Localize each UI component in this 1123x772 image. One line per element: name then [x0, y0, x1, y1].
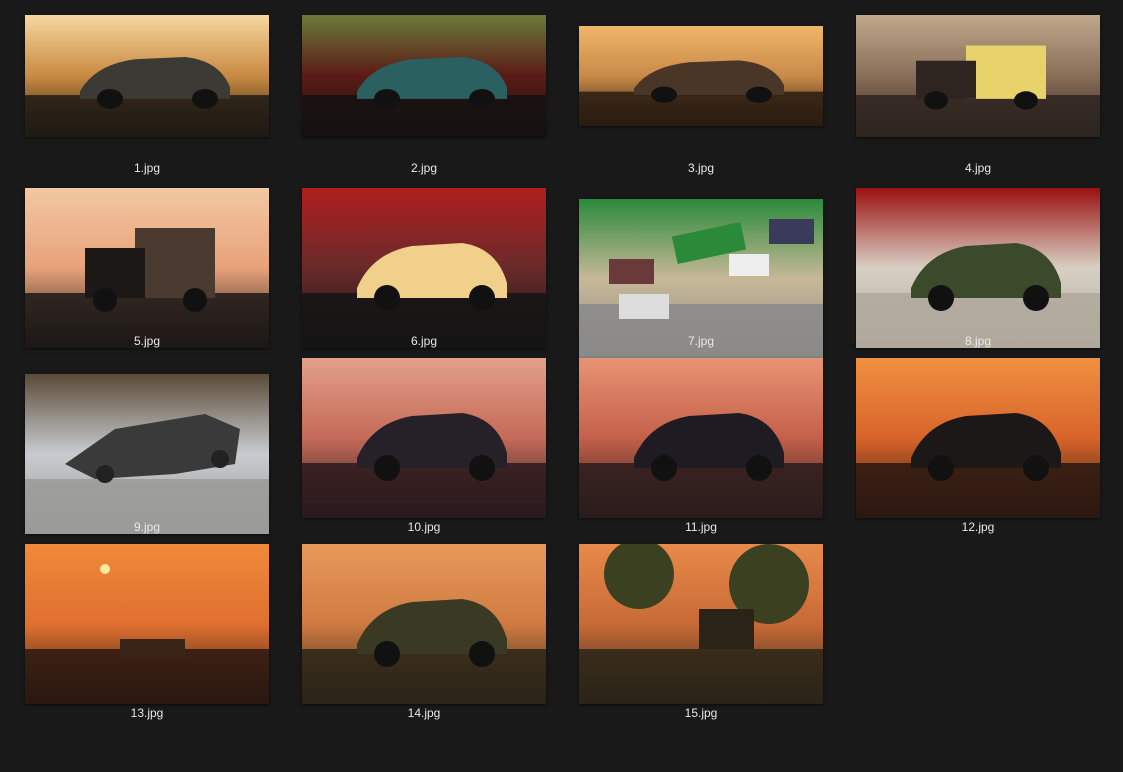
- file-item[interactable]: 7.jpg: [579, 186, 823, 359]
- file-name-label: 14.jpg: [407, 706, 441, 720]
- file-item[interactable]: 11.jpg: [579, 357, 823, 534]
- file-grid: 1.jpg 2.jpg 3.jpg 4.jpg 5.jpg 6.jpg 7.jp…: [0, 0, 1123, 772]
- thumbnail-image[interactable]: [856, 15, 1100, 137]
- file-name-label: 12.jpg: [961, 520, 995, 534]
- file-name-label: 13.jpg: [130, 706, 164, 720]
- thumbnail-image[interactable]: [25, 544, 269, 704]
- thumbnail-image[interactable]: [302, 188, 546, 348]
- thumbnail-image[interactable]: [856, 358, 1100, 518]
- thumbnail-image[interactable]: [302, 544, 546, 704]
- thumbnail-image[interactable]: [579, 358, 823, 518]
- file-name-label: 1.jpg: [133, 161, 161, 175]
- file-item[interactable]: 2.jpg: [302, 12, 546, 175]
- file-item[interactable]: 12.jpg: [856, 357, 1100, 534]
- file-name-label: 9.jpg: [133, 520, 161, 534]
- file-item[interactable]: 1.jpg: [25, 12, 269, 175]
- thumbnail-image[interactable]: [579, 26, 823, 126]
- file-name-label: 7.jpg: [687, 334, 715, 348]
- thumbnail-image[interactable]: [25, 15, 269, 137]
- file-item[interactable]: 4.jpg: [856, 12, 1100, 175]
- file-name-label: 11.jpg: [685, 520, 717, 534]
- file-name-label: 2.jpg: [410, 161, 438, 175]
- file-item[interactable]: 14.jpg: [302, 543, 546, 720]
- thumbnail-image[interactable]: [25, 374, 269, 534]
- thumbnail-image[interactable]: [302, 358, 546, 518]
- file-item[interactable]: 6.jpg: [302, 186, 546, 348]
- file-item[interactable]: 15.jpg: [579, 543, 823, 720]
- file-name-label: 10.jpg: [407, 520, 441, 534]
- file-name-label: 6.jpg: [410, 334, 438, 348]
- file-name-label: 4.jpg: [964, 161, 992, 175]
- file-item[interactable]: 5.jpg: [25, 186, 269, 348]
- file-name-label: 3.jpg: [687, 161, 715, 175]
- file-item[interactable]: 10.jpg: [302, 357, 546, 534]
- file-name-label: 15.jpg: [684, 706, 718, 720]
- thumbnail-image[interactable]: [579, 544, 823, 704]
- thumbnail-image[interactable]: [302, 15, 546, 137]
- file-item[interactable]: 3.jpg: [579, 12, 823, 175]
- file-item[interactable]: 9.jpg: [25, 357, 269, 534]
- file-item[interactable]: 8.jpg: [856, 186, 1100, 348]
- thumbnail-image[interactable]: [25, 188, 269, 348]
- thumbnail-image[interactable]: [856, 188, 1100, 348]
- file-name-label: 5.jpg: [133, 334, 161, 348]
- file-item[interactable]: 13.jpg: [25, 543, 269, 720]
- file-name-label: 8.jpg: [964, 334, 992, 348]
